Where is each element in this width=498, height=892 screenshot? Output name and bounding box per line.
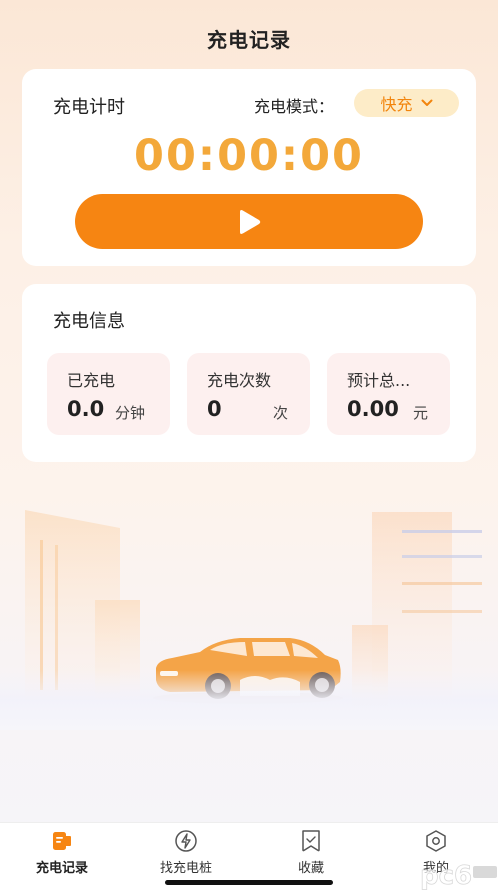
tab-label: 充电记录 [35, 861, 88, 876]
svg-text:pc6: pc6 [420, 861, 472, 891]
tab-label: 收藏 [297, 861, 324, 876]
stat-value: 0.00 [347, 397, 399, 421]
city-car-illustration [0, 510, 498, 730]
charge-mode-label: 充电模式： [254, 97, 335, 116]
page-title: 充电记录 [207, 28, 291, 52]
stat-charge-count: 充电次数 0 次 [187, 353, 310, 435]
chevron-down-icon [421, 99, 432, 106]
stat-label: 预计总... [347, 371, 411, 390]
play-icon [240, 209, 261, 234]
pc6-watermark-logo: pc6 [420, 861, 497, 891]
tab-charge-record[interactable]: 充电记录 [0, 823, 124, 883]
stat-label: 已充电 [67, 371, 116, 390]
record-icon [53, 832, 71, 850]
tab-find-charger[interactable]: 找充电桩 [124, 823, 248, 883]
bookmark-icon [302, 830, 320, 852]
stat-value: 0 [207, 397, 222, 421]
timer-card-title: 充电计时 [53, 97, 125, 118]
stat-value: 0.0 [67, 397, 105, 421]
charge-mode-dropdown[interactable]: 快充 [354, 89, 459, 117]
profile-icon [426, 830, 446, 852]
tab-favorites[interactable]: 收藏 [249, 823, 373, 883]
charge-mode-value: 快充 [380, 95, 413, 114]
stat-estimated-total: 预计总... 0.00 元 [327, 353, 450, 435]
timer-display: 00:00:00 [134, 131, 364, 181]
timer-card: 充电计时 充电模式： 快充 00:00:00 [22, 69, 476, 266]
stat-charged-time: 已充电 0.0 分钟 [47, 353, 170, 435]
start-charging-button[interactable] [75, 194, 423, 249]
stat-unit: 分钟 [115, 404, 146, 422]
charge-info-card: 充电信息 已充电 0.0 分钟 充电次数 0 次 预计总... 0.00 元 [22, 284, 476, 462]
stat-label: 充电次数 [207, 371, 272, 390]
bolt-icon [175, 830, 197, 852]
home-indicator [165, 880, 333, 885]
tab-label: 找充电桩 [159, 861, 212, 876]
info-card-title: 充电信息 [53, 311, 125, 332]
stat-unit: 次 [273, 404, 289, 422]
stat-unit: 元 [413, 404, 429, 422]
